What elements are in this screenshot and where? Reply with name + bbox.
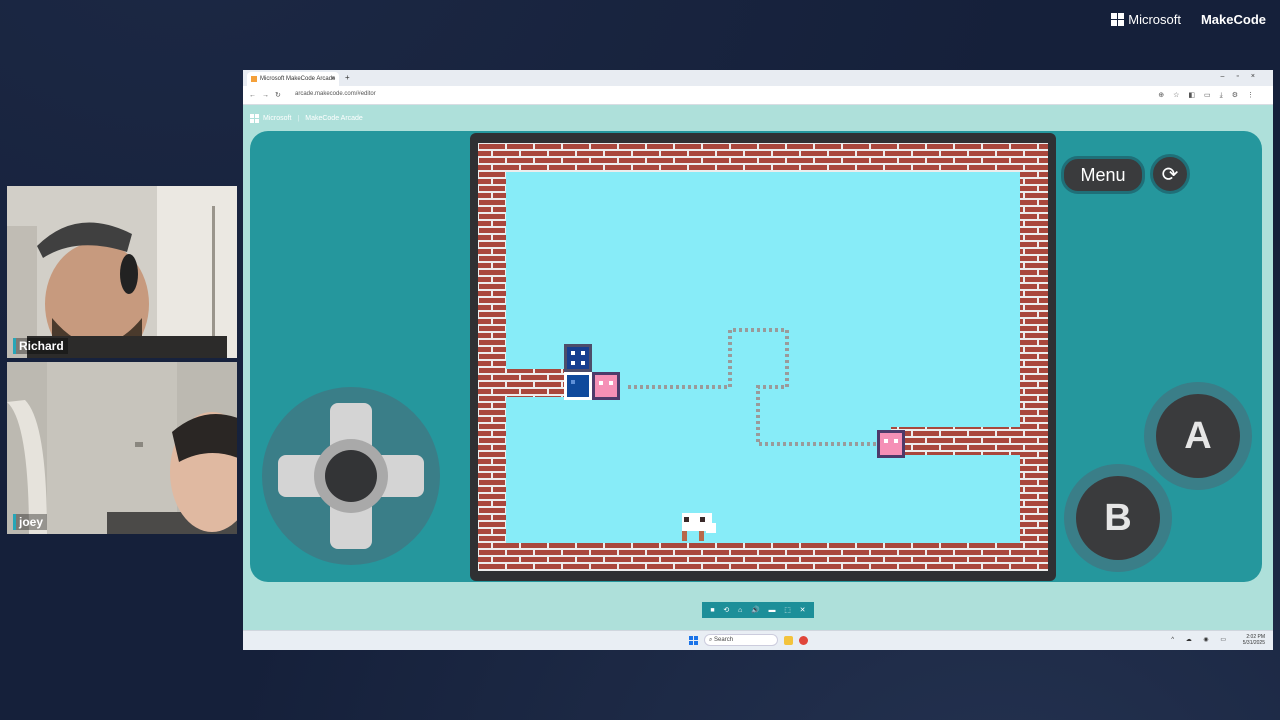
tab-bar: Microsoft MakeCode Arcade × + –▫× (243, 70, 1273, 86)
new-tab-button[interactable]: + (345, 73, 350, 82)
taskbar-date: 5/31/2025 (1242, 640, 1265, 646)
window-controls[interactable]: –▫× (1221, 73, 1267, 80)
keyboard-icon[interactable]: ▬ (769, 607, 776, 614)
home-icon[interactable]: ⌂ (738, 607, 742, 614)
makecode-header: Microsoft | MakeCode Arcade (250, 114, 363, 123)
restart-icon[interactable]: ⟳ (1150, 154, 1190, 194)
branding: Microsoft MakeCode (1111, 12, 1266, 27)
screenshot-icon[interactable]: ⬚ (784, 606, 791, 614)
makecode-header-microsoft: Microsoft (263, 115, 292, 122)
windows-taskbar: ⌕ Search ^ ☁ ◉ ▭ 2:02 PM 5/31/2025 (243, 630, 1273, 650)
taskbar-apps: ⌕ Search (689, 634, 808, 646)
windows-start-icon[interactable] (689, 635, 698, 645)
stop-icon[interactable]: ■ (710, 607, 714, 614)
participant-name-richard: Richard (13, 338, 68, 354)
browser-window: Microsoft MakeCode Arcade × + –▫× ←→↻ ar… (243, 70, 1273, 650)
participant-name-joey: joey (13, 514, 48, 530)
file-explorer-icon[interactable] (784, 635, 793, 645)
chrome-icon[interactable] (799, 635, 808, 645)
system-tray-icons[interactable]: ^ ☁ ◉ ▭ (1171, 636, 1231, 643)
pink-block-right (877, 430, 905, 458)
left-brick-ledge (478, 369, 574, 397)
dpad[interactable] (262, 387, 440, 565)
microsoft-logo-icon (1111, 13, 1125, 26)
taskbar-clock[interactable]: 2:02 PM 5/31/2025 (1243, 634, 1265, 646)
right-brick-ledge (891, 427, 1020, 455)
address-bar: ←→↻ arcade.makecode.com/#editor ⊕☆◧▭⤓⚙⋮ (243, 86, 1273, 105)
simulator-toolbar: ■ ⟲ ⌂ 🔊 ▬ ⬚ ✕ (702, 602, 814, 618)
tab-title: Microsoft MakeCode Arcade (260, 76, 336, 82)
joystick-knob[interactable] (325, 450, 377, 502)
microsoft-label: Microsoft (1128, 12, 1181, 27)
webcam-joey-video (7, 362, 237, 534)
b-button[interactable]: B (1076, 476, 1160, 560)
a-button[interactable]: A (1156, 394, 1240, 478)
tab-makecode-arcade[interactable]: Microsoft MakeCode Arcade × (247, 72, 339, 86)
webcam-richard-video (7, 186, 237, 358)
game-screen[interactable] (478, 143, 1048, 571)
blue-block-bottom (564, 372, 592, 400)
tab-close-icon[interactable]: × (331, 76, 335, 82)
blue-block-top (564, 344, 592, 372)
arcade-simulator: Menu ⟳ A B (250, 131, 1262, 582)
browser-toolbar-icons[interactable]: ⊕☆◧▭⤓⚙⋮ (1158, 91, 1263, 100)
webcam-richard: Richard (7, 186, 237, 358)
navigation-buttons[interactable]: ←→↻ (249, 91, 287, 99)
makecode-header-product[interactable]: MakeCode Arcade (305, 115, 363, 122)
url-field[interactable]: arcade.makecode.com/#editor (295, 91, 376, 97)
taskbar-search[interactable]: ⌕ Search (704, 634, 778, 646)
pink-block-left (592, 372, 620, 400)
sound-icon[interactable]: 🔊 (751, 606, 760, 614)
restart-small-icon[interactable]: ⟲ (723, 606, 729, 614)
webcam-joey: joey (7, 362, 237, 534)
microsoft-small-logo-icon (250, 114, 259, 123)
close-icon[interactable]: ✕ (800, 606, 806, 614)
favicon-icon (251, 76, 257, 82)
menu-button[interactable]: Menu (1061, 156, 1145, 194)
makecode-label: MakeCode (1200, 12, 1266, 27)
makecode-header-separator: | (297, 115, 300, 122)
taskbar-search-label: Search (714, 637, 734, 643)
game-screen-frame (470, 133, 1056, 581)
